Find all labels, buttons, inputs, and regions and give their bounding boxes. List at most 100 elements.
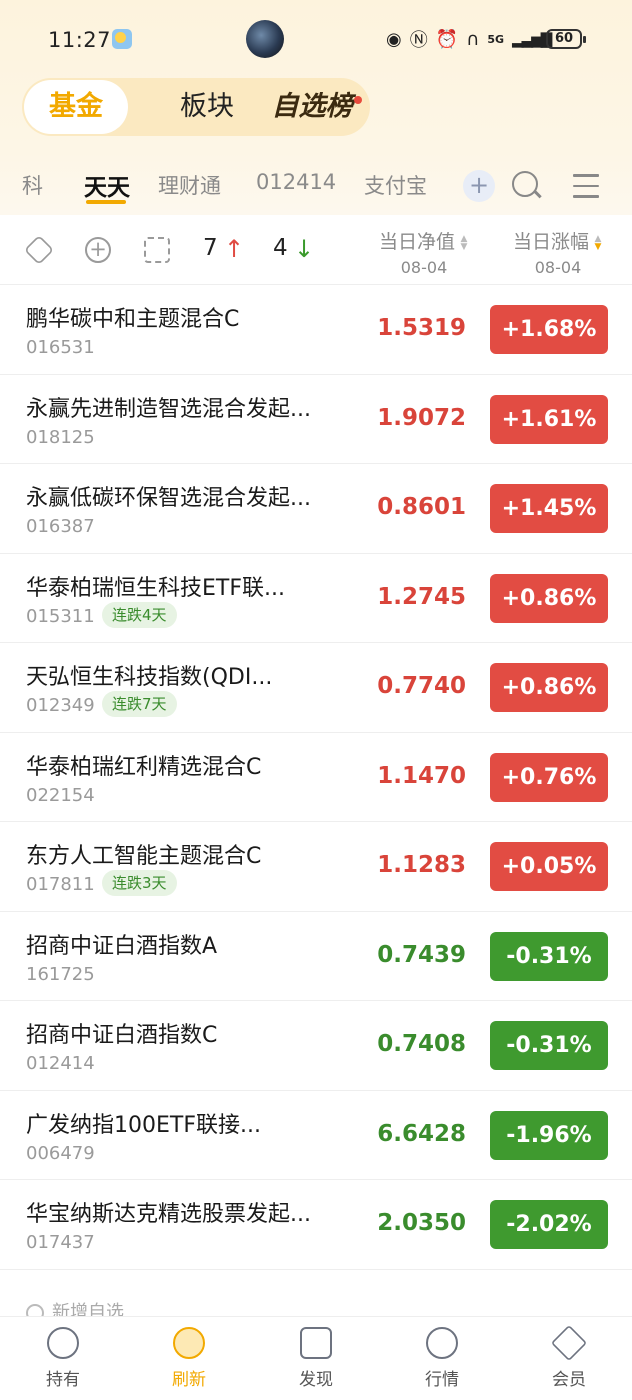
status-time: 11:27	[48, 28, 112, 52]
fund-name: 永赢低碳环保智选混合发起...	[26, 486, 311, 511]
streak-badge: 连跌3天	[102, 870, 177, 896]
tab-fund[interactable]: 基金	[24, 80, 128, 134]
group-tab-alipay[interactable]: 支付宝	[364, 170, 427, 200]
fund-row[interactable]: 招商中证白酒指数A 161725 0.7439 -0.31%	[0, 912, 632, 1001]
status-icons: ◉ Ⓝ ⏰ ∩ 5G ▂▃▅▇	[386, 26, 558, 52]
col-nav-title: 当日净值	[378, 231, 455, 253]
fund-code: 012349	[26, 695, 95, 716]
fund-name: 华泰柏瑞恒生科技ETF联...	[26, 575, 285, 601]
rising-count: 7	[203, 235, 218, 261]
fund-name: 天弘恒生科技指数(QDI...	[26, 665, 273, 690]
group-tab-tiantian[interactable]: 天天	[84, 168, 130, 202]
sort-by-change[interactable]: 当日涨幅 ▲ ▼ 08-04	[506, 227, 610, 277]
fund-nav: 0.7408	[377, 1031, 466, 1057]
headphones-icon: ∩	[466, 28, 480, 50]
fund-name: 华泰柏瑞红利精选混合C	[26, 754, 262, 780]
settings-hex-icon[interactable]	[23, 234, 55, 266]
col-change-date: 08-04	[534, 258, 582, 277]
fund-code: 012414	[26, 1053, 95, 1074]
eye-icon: ◉	[386, 28, 402, 50]
fund-name: 招商中证白酒指数A	[26, 933, 218, 959]
add-fund-icon[interactable]: +	[85, 237, 111, 263]
nav-label: 刷新	[172, 1370, 206, 1390]
fund-code: 017811	[26, 874, 95, 895]
fund-code: 161725	[26, 963, 95, 985]
nav-label: 会员	[552, 1370, 586, 1390]
fund-code: 016387	[26, 516, 95, 537]
fund-nav: 0.7439	[377, 941, 466, 968]
fund-nav: 6.6428	[377, 1120, 466, 1147]
fund-row[interactable]: 永赢低碳环保智选混合发起... 016387 0.8601 +1.45%	[0, 464, 632, 554]
fund-change: +1.45%	[490, 484, 608, 533]
fund-nav: 1.1470	[377, 762, 466, 789]
nav-label: 发现	[299, 1370, 333, 1390]
fund-name: 永赢先进制造智选混合发起...	[26, 396, 311, 422]
fund-list: 鹏华碳中和主题混合C 016531 1.5319 +1.68% 永赢先进制造智选…	[0, 285, 632, 1270]
fund-code: 016531	[26, 337, 95, 358]
fund-row[interactable]: 鹏华碳中和主题混合C 016531 1.5319 +1.68%	[0, 285, 632, 375]
sort-desc-icon: ▲ ▼	[594, 233, 602, 252]
falling-count: 4	[273, 235, 288, 261]
fund-change: +1.61%	[490, 394, 608, 444]
fund-change: -0.31%	[490, 1021, 608, 1070]
nav-refresh[interactable]: 刷新	[139, 1327, 239, 1390]
front-camera	[246, 20, 284, 58]
nfc-icon: Ⓝ	[409, 30, 428, 51]
group-tab-012414[interactable]: 012414	[256, 170, 336, 194]
nav-label: 行情	[425, 1370, 459, 1390]
fund-code: 015311	[26, 605, 95, 627]
fund-change: +0.76%	[490, 752, 608, 802]
nav-vip[interactable]: 会员	[519, 1324, 619, 1390]
fund-code: 017437	[26, 1232, 95, 1253]
fund-code: 018125	[26, 426, 95, 448]
refresh-icon	[173, 1327, 205, 1359]
tab-watchlist-rank[interactable]: 自选榜	[262, 78, 362, 136]
fund-change: +0.86%	[490, 573, 608, 623]
nav-market[interactable]: 行情	[392, 1327, 492, 1390]
menu-icon[interactable]	[573, 174, 599, 206]
col-nav-date: 08-04	[400, 258, 448, 277]
fund-row[interactable]: 永赢先进制造智选混合发起... 018125 1.9072 +1.61%	[0, 375, 632, 464]
vip-diamond-icon	[550, 1324, 588, 1362]
group-tab-partial[interactable]: 科	[22, 170, 43, 200]
nav-holdings[interactable]: 持有	[13, 1327, 113, 1390]
fund-row[interactable]: 华泰柏瑞红利精选混合C 022154 1.1470 +0.76%	[0, 733, 632, 822]
new-dot-icon	[354, 96, 362, 104]
arrow-down-icon: ↓	[294, 235, 315, 263]
switch-view-icon[interactable]	[144, 237, 170, 263]
holdings-icon	[47, 1327, 79, 1359]
fund-row[interactable]: 天弘恒生科技指数(QDI... 012349 连跌7天 0.7740 +0.86…	[0, 643, 632, 733]
sort-by-nav[interactable]: 当日净值 ▲ ▼ 08-04	[372, 227, 476, 277]
streak-badge: 连跌7天	[102, 691, 177, 717]
fund-row[interactable]: 华泰柏瑞恒生科技ETF联... 015311 连跌4天 1.2745 +0.86…	[0, 554, 632, 643]
fund-code: 006479	[26, 1142, 95, 1164]
fund-name: 招商中证白酒指数C	[26, 1023, 218, 1048]
market-icon	[426, 1327, 458, 1359]
fund-nav: 0.8601	[377, 494, 466, 520]
active-tab-underline	[86, 200, 126, 204]
battery-indicator: 60	[546, 29, 586, 49]
fund-nav: 1.2745	[377, 583, 466, 610]
fund-change: +1.68%	[490, 305, 608, 354]
fund-name: 东方人工智能主题混合C	[26, 844, 262, 869]
search-icon[interactable]	[512, 171, 538, 197]
fund-nav: 1.9072	[377, 404, 466, 431]
fund-row[interactable]: 华宝纳斯达克精选股票发起... 017437 2.0350 -2.02%	[0, 1180, 632, 1270]
streak-badge: 连跌4天	[102, 601, 177, 628]
fund-row[interactable]: 招商中证白酒指数C 012414 0.7408 -0.31%	[0, 1001, 632, 1091]
nav-discover[interactable]: 发现	[266, 1327, 366, 1390]
weather-icon	[112, 29, 132, 49]
discover-icon	[300, 1327, 332, 1359]
col-change-title: 当日涨幅	[512, 231, 589, 253]
fund-row[interactable]: 广发纳指100ETF联接... 006479 6.6428 -1.96%	[0, 1091, 632, 1180]
group-tab-licaitong[interactable]: 理财通	[158, 170, 221, 200]
status-bar: 11:27 ◉ Ⓝ ⏰ ∩ 5G ▂▃▅▇ 60	[0, 0, 632, 78]
tab-sector[interactable]: 板块	[152, 78, 262, 136]
add-group-button[interactable]: +	[463, 170, 495, 202]
bottom-nav: 持有 刷新 发现 行情 会员	[0, 1316, 632, 1400]
fund-nav: 2.0350	[377, 1210, 466, 1236]
fund-nav: 1.1283	[377, 852, 466, 878]
fund-row[interactable]: 东方人工智能主题混合C 017811 连跌3天 1.1283 +0.05%	[0, 822, 632, 912]
fund-change: -0.31%	[490, 931, 608, 981]
fund-change: -2.02%	[490, 1200, 608, 1249]
